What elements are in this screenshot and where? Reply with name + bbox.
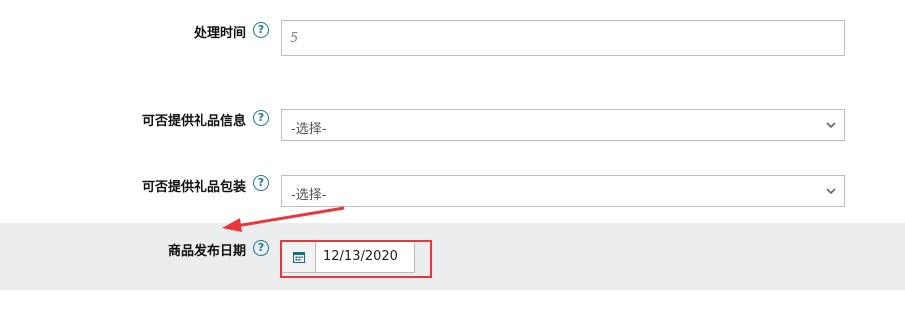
calendar-button[interactable] (282, 241, 316, 272)
chevron-down-icon (826, 122, 836, 129)
release-date-picker[interactable]: 12/13/2020 (281, 240, 415, 273)
chevron-down-icon (826, 188, 836, 195)
product-form-page: 处理时间 ? 可否提供礼品信息 ? -选择- 可否提供礼品包装 ? -选择- 商… (0, 0, 905, 314)
gift-wrap-label: 可否提供礼品包装 (141, 180, 246, 195)
release-date-label: 商品发布日期 (167, 244, 246, 259)
processing-time-label: 处理时间 (193, 26, 246, 41)
gift-message-select[interactable]: -选择- (281, 109, 845, 141)
gift-message-help-icon[interactable]: ? (253, 110, 269, 126)
processing-time-help-icon[interactable]: ? (253, 22, 269, 38)
gift-wrap-help-icon[interactable]: ? (253, 175, 269, 191)
gift-wrap-selected-value: -选择- (291, 188, 327, 203)
gift-message-selected-value: -选择- (291, 122, 327, 137)
release-date-help-icon[interactable]: ? (253, 240, 269, 256)
release-date-value[interactable]: 12/13/2020 (323, 249, 398, 264)
gift-message-label: 可否提供礼品信息 (141, 114, 246, 129)
gift-wrap-select[interactable]: -选择- (281, 175, 845, 207)
calendar-icon (293, 252, 305, 263)
processing-time-input[interactable] (281, 20, 845, 56)
